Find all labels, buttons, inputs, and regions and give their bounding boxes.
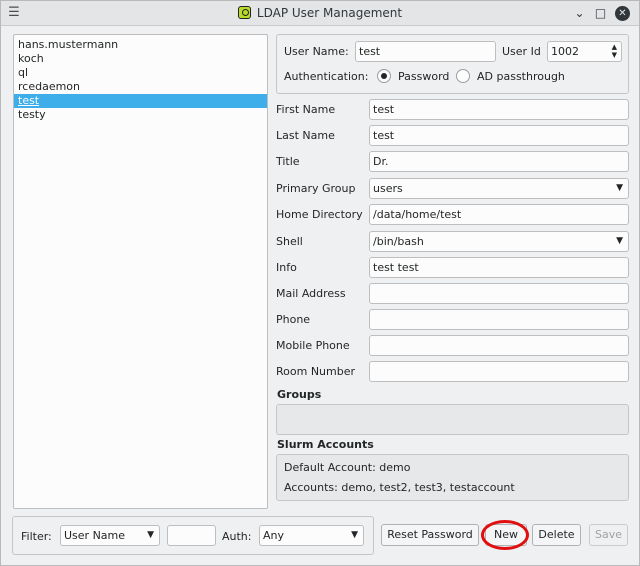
title-label: Title — [276, 155, 300, 168]
accounts-text: Accounts: demo, test2, test3, testaccoun… — [284, 481, 515, 494]
userid-spinbox[interactable]: 1002 ▲ ▼ — [547, 41, 622, 62]
main-window: ☰ LDAP User Management ⌄ □ ✕ hans.muster… — [0, 0, 640, 566]
delete-button[interactable]: Delete — [532, 524, 581, 546]
user-list-item[interactable]: hans.mustermann — [14, 38, 267, 52]
filter-auth-combo[interactable]: Any ▼ — [259, 525, 364, 546]
home-directory-label: Home Directory — [276, 208, 363, 221]
chevron-down-icon: ▼ — [616, 236, 623, 246]
groups-panel — [276, 404, 629, 435]
userid-label: User Id — [502, 45, 541, 58]
user-list-item-selected[interactable]: test — [14, 94, 267, 108]
mobile-phone-field[interactable] — [369, 335, 629, 356]
app-icon — [237, 6, 251, 19]
user-list-item[interactable]: koch — [14, 52, 267, 66]
auth-ad-radio[interactable] — [456, 69, 470, 83]
primary-group-value: users — [373, 182, 403, 195]
auth-ad-label[interactable]: AD passthrough — [477, 70, 565, 83]
user-list-item[interactable]: rcedaemon — [14, 80, 267, 94]
info-label: Info — [276, 261, 297, 274]
first-name-label: First Name — [276, 103, 336, 116]
home-directory-field[interactable]: /data/home/test — [369, 204, 629, 225]
phone-label: Phone — [276, 313, 311, 326]
spin-arrows-icon[interactable]: ▲ ▼ — [612, 43, 617, 59]
room-number-field[interactable] — [369, 361, 629, 382]
filter-text-field[interactable] — [167, 525, 216, 546]
user-list[interactable]: hans.mustermann koch ql rcedaemon test t… — [13, 34, 268, 509]
title-bar: ☰ LDAP User Management ⌄ □ ✕ — [1, 1, 639, 26]
default-account-text: Default Account: demo — [284, 461, 411, 474]
user-list-item[interactable]: ql — [14, 66, 267, 80]
filter-auth-label: Auth: — [222, 530, 252, 543]
title-field[interactable]: Dr. — [369, 151, 629, 172]
save-button[interactable]: Save — [589, 524, 628, 546]
primary-group-combo[interactable]: users ▼ — [369, 178, 629, 199]
chevron-down-icon: ▼ — [616, 183, 623, 193]
mobile-phone-label: Mobile Phone — [276, 339, 350, 352]
account-header-group: User Name: test User Id 1002 ▲ ▼ Authenti… — [276, 34, 629, 94]
info-field[interactable]: test test — [369, 257, 629, 278]
filter-auth-value: Any — [263, 529, 285, 542]
user-list-item[interactable]: testy — [14, 108, 267, 122]
slurm-heading: Slurm Accounts — [277, 438, 374, 451]
filter-group: Filter: User Name ▼ Auth: Any ▼ — [12, 516, 374, 555]
last-name-field[interactable]: test — [369, 125, 629, 146]
first-name-field[interactable]: test — [369, 99, 629, 120]
username-label: User Name: — [284, 45, 349, 58]
room-number-label: Room Number — [276, 365, 356, 378]
minimize-icon[interactable]: ⌄ — [572, 6, 587, 21]
mail-address-label: Mail Address — [276, 287, 346, 300]
auth-password-radio[interactable] — [377, 69, 391, 83]
phone-field[interactable] — [369, 309, 629, 330]
shell-value: /bin/bash — [373, 235, 424, 248]
title-center: LDAP User Management — [1, 6, 639, 20]
shell-combo[interactable]: /bin/bash ▼ — [369, 231, 629, 252]
groups-heading: Groups — [277, 388, 322, 401]
close-icon[interactable]: ✕ — [615, 6, 630, 21]
slurm-panel: Default Account: demo Accounts: demo, te… — [276, 454, 629, 501]
reset-password-button[interactable]: Reset Password — [381, 524, 479, 546]
mail-address-field[interactable] — [369, 283, 629, 304]
last-name-label: Last Name — [276, 129, 335, 142]
auth-password-label[interactable]: Password — [398, 70, 449, 83]
username-field[interactable]: test — [355, 41, 496, 62]
primary-group-label: Primary Group — [276, 182, 356, 195]
user-list-items: hans.mustermann koch ql rcedaemon test t… — [14, 35, 267, 122]
maximize-icon[interactable]: □ — [593, 6, 608, 21]
chevron-down-icon: ▼ — [147, 530, 154, 540]
shell-label: Shell — [276, 235, 303, 248]
new-button[interactable]: New — [485, 524, 527, 546]
userid-value: 1002 — [551, 45, 579, 58]
filter-field-combo[interactable]: User Name ▼ — [60, 525, 160, 546]
window-title: LDAP User Management — [256, 6, 403, 20]
filter-field-value: User Name — [64, 529, 126, 542]
filter-label: Filter: — [21, 530, 52, 543]
authentication-label: Authentication: — [284, 70, 369, 83]
chevron-down-icon: ▼ — [351, 530, 358, 540]
